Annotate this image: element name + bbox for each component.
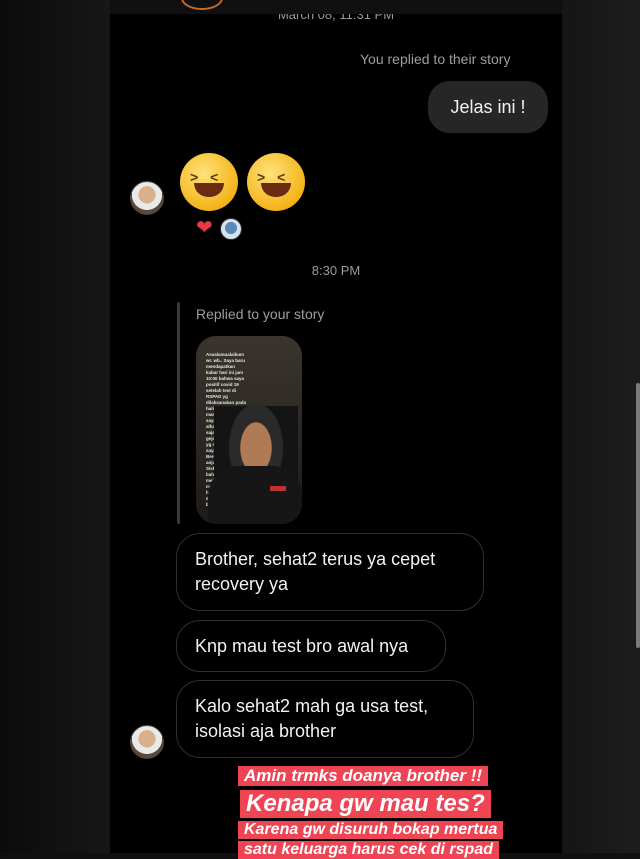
caption-line: Kenapa gw mau tes? <box>240 790 491 818</box>
top-avatar-ring <box>181 0 223 10</box>
incoming-message[interactable]: Brother, sehat2 terus ya cepet recovery … <box>176 533 484 611</box>
reply-indicator <box>177 302 180 524</box>
story-shirt <box>208 466 302 524</box>
right-background <box>562 0 640 853</box>
grinning-squinting-face-icon: >< <box>247 153 305 211</box>
timestamp-top: March 08, 11:31 PM <box>277 14 395 22</box>
caption-line: satu keluarga harus cek di rspad <box>238 841 499 859</box>
reactor-avatar <box>220 218 242 240</box>
timestamp-mid: 8:30 PM <box>311 263 361 278</box>
incoming-message[interactable]: Kalo sehat2 mah ga usa test, isolasi aja… <box>176 680 474 758</box>
left-background <box>0 0 110 853</box>
caption-line: Karena gw disuruh bokap mertua <box>238 821 504 840</box>
contact-avatar[interactable] <box>130 181 164 215</box>
contact-avatar[interactable] <box>130 725 164 759</box>
heart-reaction-icon[interactable]: ❤ <box>196 218 213 238</box>
caption-line: Amin trmks doanya brother !! <box>238 766 489 786</box>
chat-screen: March 08, 11:31 PM You replied to their … <box>110 14 562 853</box>
replied-your-story-label: Replied to your story <box>196 306 325 322</box>
replied-their-story-label: You replied to their story <box>360 51 511 67</box>
shirt-logo <box>270 486 286 491</box>
incoming-message[interactable]: Knp mau test bro awal nya <box>176 620 446 672</box>
outgoing-message[interactable]: Jelas ini ! <box>428 81 548 133</box>
story-thumbnail[interactable]: Assalamualaikum wr. wb.. Saya baru menda… <box>196 336 302 524</box>
outer-scrollbar[interactable] <box>636 383 640 648</box>
grinning-squinting-face-icon: >< <box>180 153 238 211</box>
